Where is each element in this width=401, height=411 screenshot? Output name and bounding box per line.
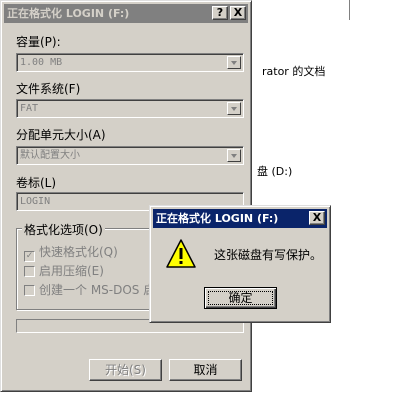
- alert-close-button[interactable]: X: [309, 211, 325, 225]
- allocation-value: 默认配置大小: [20, 150, 80, 161]
- write-protect-alert: 正在格式化 LOGIN (F:) X 这张磁盘有写保护。 确定: [149, 205, 331, 323]
- allocation-dropdown-icon[interactable]: [227, 149, 241, 162]
- enable-compression-label: 启用压缩(E): [39, 264, 104, 278]
- capacity-label: 容量(P):: [16, 35, 61, 49]
- start-button[interactable]: 开始(S): [89, 359, 162, 381]
- alert-titlebar[interactable]: 正在格式化 LOGIN (F:) X: [153, 209, 327, 228]
- format-dialog-titlebar[interactable]: 正在格式化 LOGIN (F:) ? X: [4, 4, 248, 23]
- enable-compression-option[interactable]: 启用压缩(E): [24, 262, 104, 279]
- ok-button-focus-ring: [208, 291, 273, 305]
- allocation-select[interactable]: 默认配置大小: [16, 146, 244, 165]
- ms-dos-startup-checkbox[interactable]: [24, 285, 35, 296]
- capacity-value: 1.00 MB: [20, 57, 63, 68]
- warning-icon: [166, 239, 196, 268]
- ok-button[interactable]: 确定: [204, 287, 277, 309]
- format-options-label: 格式化选项(O): [22, 221, 105, 238]
- filesystem-select[interactable]: FAT: [16, 99, 244, 118]
- cancel-button[interactable]: 取消: [169, 359, 242, 381]
- filesystem-value: FAT: [20, 103, 39, 114]
- quick-format-checkbox[interactable]: ✓: [24, 251, 35, 262]
- quick-format-option[interactable]: ✓ 快速格式化(Q): [24, 243, 118, 262]
- format-dialog-title: 正在格式化 LOGIN (F:): [7, 7, 130, 20]
- enable-compression-checkbox[interactable]: [24, 266, 35, 277]
- alert-message: 这张磁盘有写保护。: [214, 248, 323, 262]
- capacity-select[interactable]: 1.00 MB: [16, 53, 244, 72]
- ms-dos-startup-label: 创建一个 MS-DOS 启: [39, 283, 156, 297]
- background-divider: [349, 0, 350, 20]
- quick-format-label: 快速格式化(Q): [39, 245, 118, 259]
- volume-label: 卷标(L): [16, 176, 57, 190]
- help-button[interactable]: ?: [212, 6, 228, 20]
- filesystem-label: 文件系统(F): [16, 82, 81, 96]
- allocation-label: 分配单元大小(A): [16, 128, 106, 142]
- format-dialog: 正在格式化 LOGIN (F:) ? X 容量(P): 1.00 MB 文件系统…: [0, 0, 252, 392]
- alert-title: 正在格式化 LOGIN (F:): [156, 212, 279, 225]
- close-button[interactable]: X: [230, 6, 246, 20]
- background-text-drive-d: 盘 (D:): [257, 165, 293, 178]
- capacity-dropdown-icon[interactable]: [227, 56, 241, 69]
- ms-dos-startup-option[interactable]: 创建一个 MS-DOS 启: [24, 281, 155, 298]
- filesystem-dropdown-icon[interactable]: [227, 102, 241, 115]
- background-text-documents: rator 的文档: [262, 65, 326, 78]
